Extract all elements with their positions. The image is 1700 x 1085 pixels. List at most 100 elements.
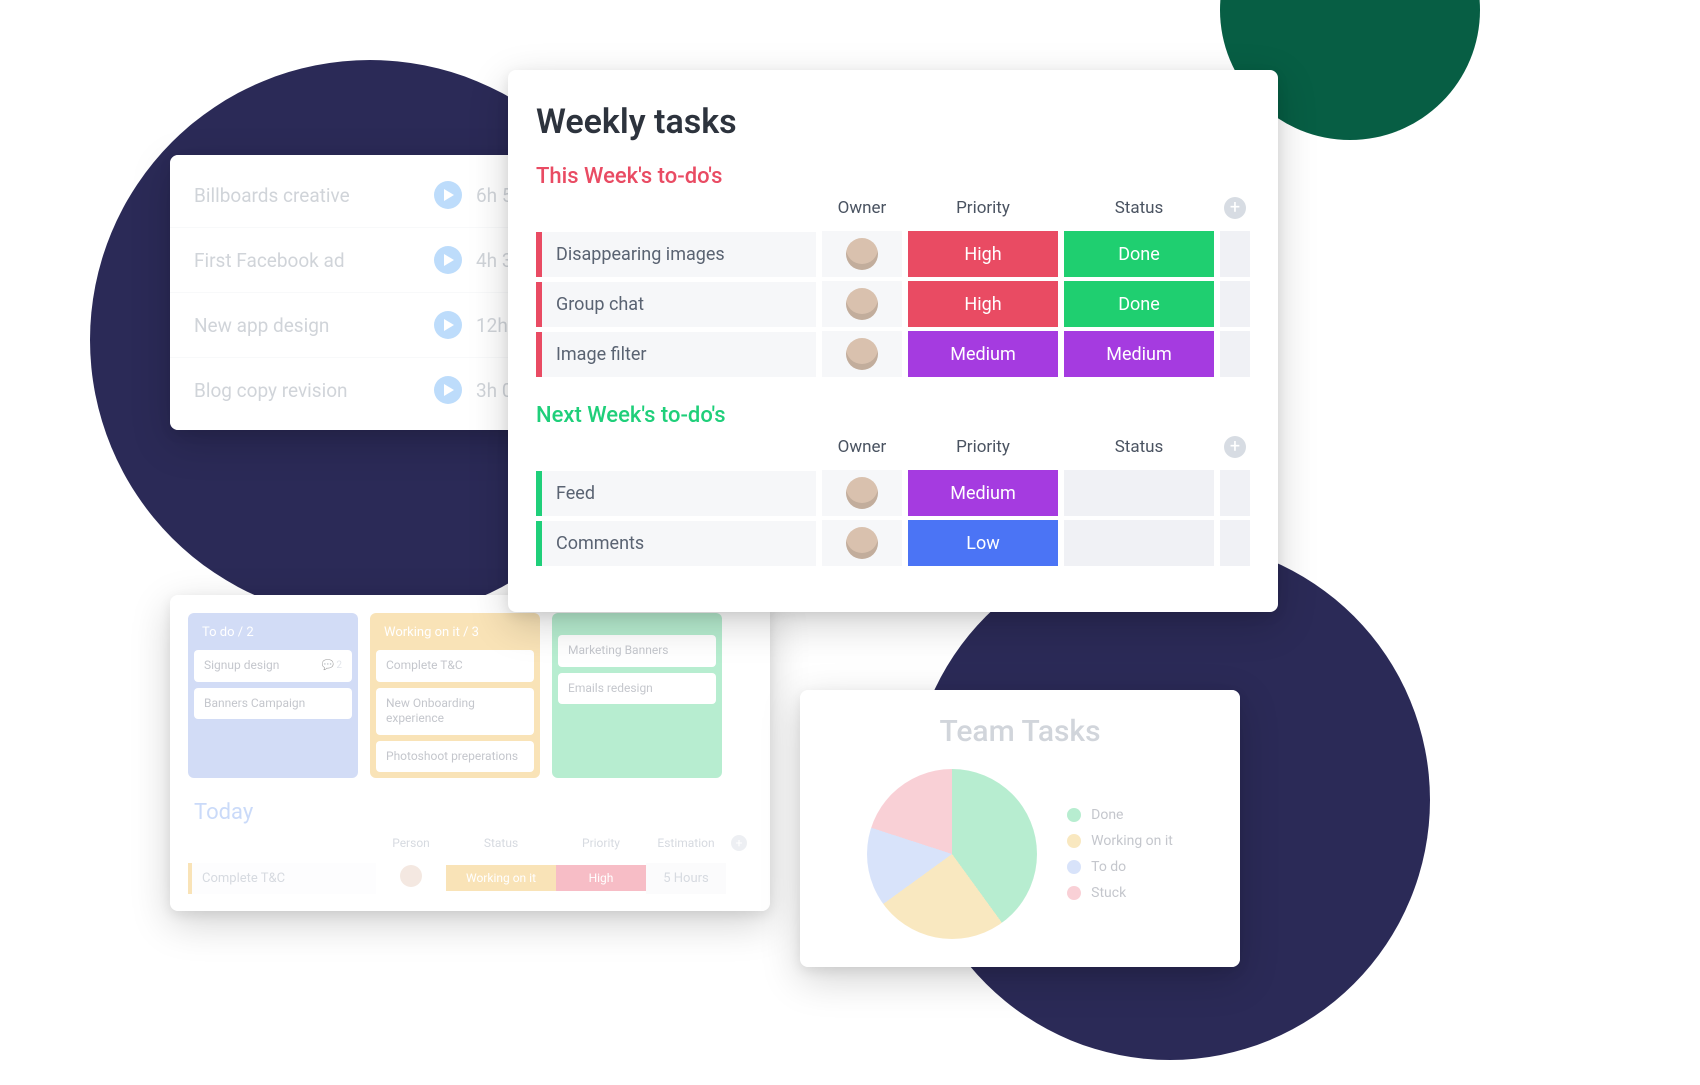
kanban-column: Working on it / 3 Complete T&C New Onboa… <box>370 613 540 778</box>
legend-dot-icon <box>1067 860 1081 874</box>
kanban-card: To do / 2 Signup design 💬 2 Banners Camp… <box>170 595 770 911</box>
row-tail <box>1220 470 1250 516</box>
add-column-button[interactable]: + <box>1220 193 1250 227</box>
play-icon[interactable] <box>434 181 462 209</box>
plus-icon: + <box>1224 436 1246 458</box>
kanban-card-text: Photoshoot preperations <box>386 749 518 765</box>
priority-cell[interactable]: Medium <box>908 331 1058 377</box>
kanban-card-item[interactable]: Emails redesign <box>558 673 716 705</box>
play-icon[interactable] <box>434 246 462 274</box>
plus-icon: + <box>1224 197 1246 219</box>
kanban-column: Marketing Banners Emails redesign <box>552 613 722 778</box>
pie-title: Team Tasks <box>824 714 1216 749</box>
today-priority[interactable]: High <box>556 865 646 891</box>
legend-label: Stuck <box>1091 885 1126 901</box>
pie-legend: Done Working on it To do Stuck <box>1067 797 1173 911</box>
kanban-card-text: Emails redesign <box>568 681 653 697</box>
today-status[interactable]: Working on it <box>446 865 556 891</box>
legend-label: Working on it <box>1091 833 1173 849</box>
kanban-column-title: To do / 2 <box>194 619 352 650</box>
row-tail <box>1220 520 1250 566</box>
priority-cell[interactable]: High <box>908 281 1058 327</box>
status-cell[interactable]: Done <box>1064 231 1214 277</box>
owner-cell[interactable] <box>822 520 902 566</box>
time-row: First Facebook ad 4h 3 <box>170 228 550 293</box>
col-header-owner: Owner <box>822 433 902 465</box>
kanban-card-text: Signup design <box>204 658 279 674</box>
status-cell[interactable] <box>1064 470 1214 516</box>
legend-item: To do <box>1067 859 1173 875</box>
kanban-card-text: New Onboarding experience <box>386 696 524 727</box>
time-row: Billboards creative 6h 5 <box>170 163 550 228</box>
legend-item: Working on it <box>1067 833 1173 849</box>
time-row: Blog copy revision 3h 0 <box>170 358 550 422</box>
kanban-card-item[interactable]: Signup design 💬 2 <box>194 650 352 682</box>
task-name-cell[interactable]: Comments <box>536 521 816 566</box>
legend-dot-icon <box>1067 808 1081 822</box>
today-col-header <box>188 837 376 849</box>
task-name-cell[interactable]: Image filter <box>536 332 816 377</box>
col-header-priority: Priority <box>908 194 1058 226</box>
status-cell[interactable] <box>1064 520 1214 566</box>
col-header-status: Status <box>1064 194 1214 226</box>
today-estimation[interactable]: 5 Hours <box>646 863 726 894</box>
kanban-card-item[interactable]: Banners Campaign <box>194 688 352 720</box>
task-grid: Owner Priority Status + FeedMediumCommen… <box>536 432 1250 566</box>
today-heading: Today <box>194 800 752 825</box>
avatar <box>846 477 878 509</box>
time-task-name: Billboards creative <box>194 184 428 207</box>
time-row: New app design 12h <box>170 293 550 358</box>
owner-cell[interactable] <box>822 231 902 277</box>
kanban-card-text: Banners Campaign <box>204 696 305 712</box>
task-name-cell[interactable]: Disappearing images <box>536 232 816 277</box>
today-col-header: Status <box>446 830 556 856</box>
time-task-name: Blog copy revision <box>194 379 428 402</box>
kanban-card-item[interactable]: Marketing Banners <box>558 635 716 667</box>
task-grid: Owner Priority Status + Disappearing ima… <box>536 193 1250 377</box>
legend-dot-icon <box>1067 886 1081 900</box>
weekly-tasks-card: Weekly tasks This Week's to-do's Owner P… <box>508 70 1278 612</box>
play-icon[interactable] <box>434 311 462 339</box>
row-tail <box>1220 231 1250 277</box>
owner-cell[interactable] <box>822 331 902 377</box>
task-name-cell[interactable]: Group chat <box>536 282 816 327</box>
today-tail <box>726 870 752 886</box>
kanban-card-item[interactable]: Complete T&C <box>376 650 534 682</box>
time-tracking-card: Billboards creative 6h 5 First Facebook … <box>170 155 550 430</box>
legend-item: Stuck <box>1067 885 1173 901</box>
priority-cell[interactable]: Low <box>908 520 1058 566</box>
task-name-cell[interactable]: Feed <box>536 471 816 516</box>
legend-label: To do <box>1091 859 1126 875</box>
kanban-card-text: Marketing Banners <box>568 643 668 659</box>
avatar <box>846 288 878 320</box>
priority-cell[interactable]: High <box>908 231 1058 277</box>
kanban-column: To do / 2 Signup design 💬 2 Banners Camp… <box>188 613 358 778</box>
status-cell[interactable]: Done <box>1064 281 1214 327</box>
weekly-title: Weekly tasks <box>536 102 1250 142</box>
today-task-name[interactable]: Complete T&C <box>188 863 376 894</box>
group-title[interactable]: This Week's to-do's <box>536 164 1250 189</box>
avatar <box>846 338 878 370</box>
avatar <box>846 527 878 559</box>
add-column-button[interactable]: + <box>1220 432 1250 466</box>
kanban-column-title <box>558 619 716 635</box>
kanban-card-item[interactable]: New Onboarding experience <box>376 688 534 735</box>
priority-cell[interactable]: Medium <box>908 470 1058 516</box>
play-icon[interactable] <box>434 376 462 404</box>
owner-cell[interactable] <box>822 281 902 327</box>
today-col-header: Person <box>376 830 446 856</box>
today-col-header: Estimation <box>646 830 726 856</box>
col-header <box>536 443 816 455</box>
status-cell[interactable]: Medium <box>1064 331 1214 377</box>
add-column-button[interactable]: + <box>726 829 752 857</box>
owner-cell[interactable] <box>822 470 902 516</box>
pie-chart <box>867 769 1037 939</box>
time-task-name: New app design <box>194 314 428 337</box>
row-tail <box>1220 281 1250 327</box>
kanban-card-item[interactable]: Photoshoot preperations <box>376 741 534 773</box>
legend-item: Done <box>1067 807 1173 823</box>
today-person[interactable] <box>376 857 446 899</box>
group-title[interactable]: Next Week's to-do's <box>536 403 1250 428</box>
col-header-status: Status <box>1064 433 1214 465</box>
time-task-name: First Facebook ad <box>194 249 428 272</box>
